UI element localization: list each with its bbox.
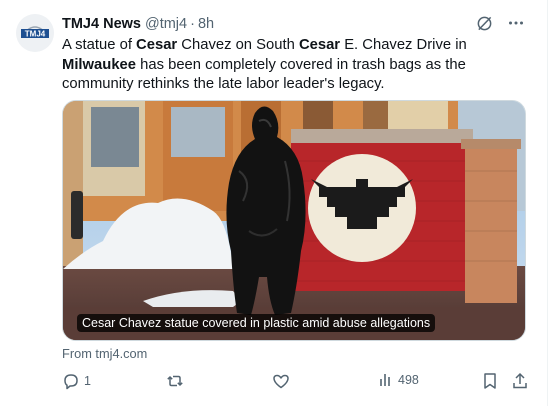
tweet-top-actions [475, 14, 525, 32]
repost-button[interactable] [166, 372, 188, 390]
timestamp[interactable]: 8h [198, 16, 214, 32]
author-name[interactable]: TMJ4 News [62, 16, 141, 32]
views-button[interactable]: 498 [378, 372, 419, 388]
media-caption: Cesar Chavez statue covered in plastic a… [77, 314, 436, 332]
highlighted-term: Cesar [298, 37, 341, 53]
author-handle[interactable]: @tmj4 [145, 16, 187, 32]
tweet-card[interactable]: TMJ4 TMJ4 News @tmj4 · 8h A statue of Ce… [0, 0, 548, 406]
like-icon [272, 372, 290, 390]
more-icon[interactable] [507, 14, 525, 32]
text-part: A statue of [62, 37, 137, 53]
avatar[interactable]: TMJ4 [16, 14, 54, 52]
views-count: 498 [398, 373, 419, 387]
separator-dot: · [190, 16, 195, 32]
tweet-header: TMJ4 News @tmj4 · 8h [62, 14, 214, 34]
views-icon [378, 372, 394, 388]
repost-icon [166, 372, 184, 390]
link-source[interactable]: From tmj4.com [62, 346, 147, 361]
statue-photo [63, 101, 525, 340]
share-icon [512, 372, 528, 390]
text-part: Chavez on South [177, 37, 299, 53]
highlighted-term: Milwaukee [62, 56, 137, 73]
reply-button[interactable]: 1 [62, 372, 91, 390]
bookmark-icon [482, 372, 498, 390]
avatar-logo-text: TMJ4 [25, 30, 46, 39]
grok-icon[interactable] [475, 14, 493, 32]
share-button[interactable] [512, 372, 528, 390]
reply-count: 1 [84, 374, 91, 388]
reply-icon [62, 372, 80, 390]
tweet-text: A statue of Cesar Chavez on South Cesar … [62, 36, 534, 95]
tweet-actions: 1 498 [62, 372, 532, 392]
like-button[interactable] [272, 372, 294, 390]
highlighted-term: Cesar [136, 37, 178, 53]
media-image[interactable]: Cesar Chavez statue covered in plastic a… [62, 100, 526, 341]
text-part: E. Chavez Drive in [340, 37, 467, 53]
bookmark-button[interactable] [482, 372, 498, 390]
